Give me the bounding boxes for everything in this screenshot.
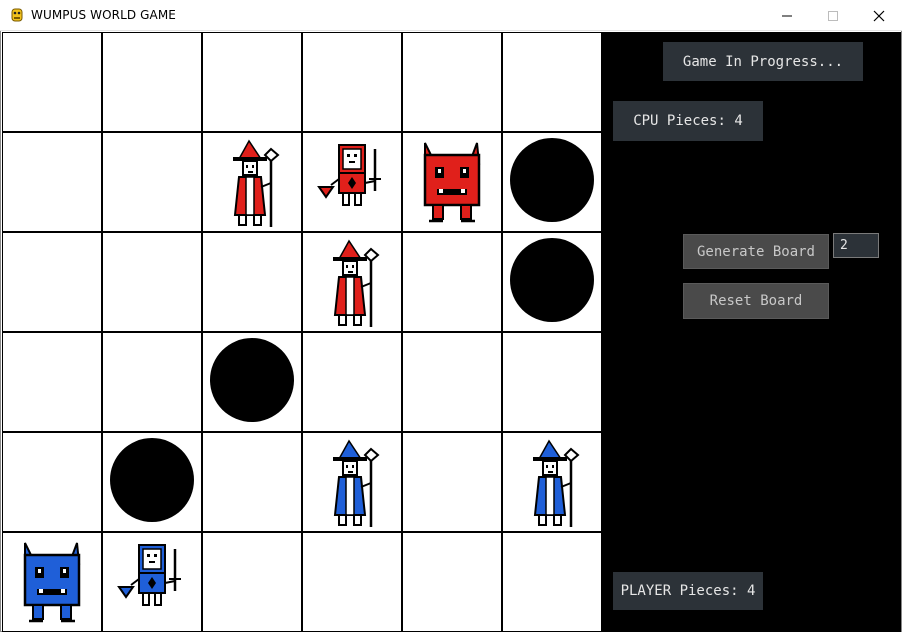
maximize-button[interactable]: [810, 0, 856, 31]
generate-board-button[interactable]: Generate Board: [683, 234, 829, 269]
minimize-button[interactable]: [764, 0, 810, 31]
board-cell[interactable]: [103, 333, 201, 431]
board-cell[interactable]: [103, 133, 201, 231]
board-cell[interactable]: [503, 433, 601, 531]
board-cell[interactable]: [103, 533, 201, 631]
piece-count-input[interactable]: [833, 233, 879, 258]
maximize-icon: [828, 11, 838, 21]
cpu-pieces-label: CPU Pieces: 4: [613, 101, 763, 141]
board-cell[interactable]: [303, 533, 401, 631]
side-panel: Game In Progress... CPU Pieces: 4 Genera…: [603, 32, 901, 632]
board-cell[interactable]: [403, 333, 501, 431]
board-cell[interactable]: [3, 233, 101, 331]
board-cell[interactable]: [3, 33, 101, 131]
board-cell[interactable]: [403, 133, 501, 231]
board-cell[interactable]: [103, 433, 201, 531]
board-cell[interactable]: [203, 433, 301, 531]
board-cell[interactable]: [303, 433, 401, 531]
board-cell[interactable]: [403, 433, 501, 531]
board-cell[interactable]: [103, 33, 201, 131]
board-cell[interactable]: [103, 233, 201, 331]
board-cell[interactable]: [3, 533, 101, 631]
board-cell[interactable]: [203, 33, 301, 131]
board-cell[interactable]: [203, 333, 301, 431]
board-cell[interactable]: [403, 233, 501, 331]
board-cell[interactable]: [303, 33, 401, 131]
board-cell[interactable]: [3, 133, 101, 231]
player-pieces-label: PLAYER Pieces: 4: [613, 572, 763, 610]
board-cell[interactable]: [503, 533, 601, 631]
minimize-icon: [782, 15, 792, 17]
title-bar: WUMPUS WORLD GAME: [0, 0, 902, 31]
close-button[interactable]: [856, 0, 902, 31]
board-cell[interactable]: [403, 533, 501, 631]
board-cell[interactable]: [403, 33, 501, 131]
board-cell[interactable]: [503, 133, 601, 231]
game-status-button[interactable]: Game In Progress...: [663, 42, 863, 81]
window-title: WUMPUS WORLD GAME: [31, 8, 176, 22]
board-cell[interactable]: [503, 333, 601, 431]
board-cell[interactable]: [203, 533, 301, 631]
board-cell[interactable]: [303, 333, 401, 431]
board-cell[interactable]: [503, 33, 601, 131]
close-icon: [873, 10, 885, 22]
reset-board-button[interactable]: Reset Board: [683, 283, 829, 319]
board-cell[interactable]: [303, 133, 401, 231]
board-cell[interactable]: [503, 233, 601, 331]
board-cell[interactable]: [303, 233, 401, 331]
board-cell[interactable]: [3, 433, 101, 531]
board-cell[interactable]: [203, 133, 301, 231]
pygame-snake-icon: [9, 7, 25, 23]
board-cell[interactable]: [203, 233, 301, 331]
game-board: [2, 32, 603, 632]
board-cell[interactable]: [3, 333, 101, 431]
